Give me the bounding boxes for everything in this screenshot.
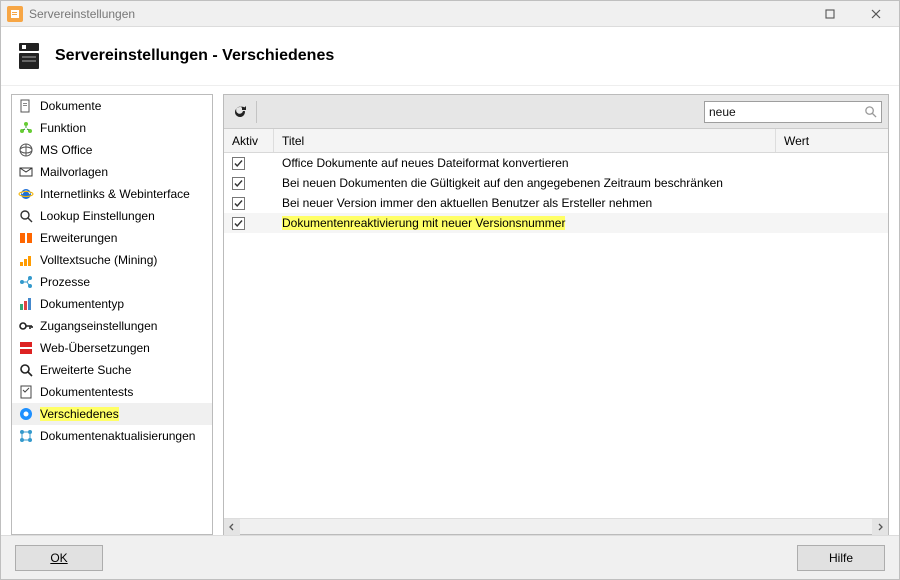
help-label: Hilfe xyxy=(829,551,853,565)
sidebar-item-label: Volltextsuche (Mining) xyxy=(40,253,157,267)
content-pane: Aktiv Titel Wert Office Dokumente auf ne… xyxy=(223,94,889,535)
table-row[interactable]: Office Dokumente auf neues Dateiformat k… xyxy=(224,153,888,173)
scroll-left-button[interactable] xyxy=(224,519,240,535)
sidebar-item[interactable]: Verschiedenes xyxy=(12,403,212,425)
sidebar-item[interactable]: Dokumente xyxy=(12,95,212,117)
proc-icon xyxy=(18,274,34,290)
sidebar-item[interactable]: Dokumententyp xyxy=(12,293,212,315)
cell-titel: Bei neuer Version immer den aktuellen Be… xyxy=(274,196,776,210)
sidebar-item-label: Zugangseinstellungen xyxy=(40,319,157,333)
key-icon xyxy=(18,318,34,334)
sidebar-item[interactable]: Mailvorlagen xyxy=(12,161,212,183)
scroll-right-button[interactable] xyxy=(872,519,888,535)
sidebar-item-label: Verschiedenes xyxy=(40,407,119,421)
update-icon xyxy=(18,428,34,444)
sidebar-item[interactable]: Volltextsuche (Mining) xyxy=(12,249,212,271)
help-button[interactable]: Hilfe xyxy=(797,545,885,571)
search-input[interactable] xyxy=(709,105,864,119)
checkbox[interactable] xyxy=(232,157,245,170)
footer: OK Hilfe xyxy=(1,535,899,579)
table-body: Office Dokumente auf neues Dateiformat k… xyxy=(224,153,888,518)
lookup-icon xyxy=(18,208,34,224)
doctype-icon xyxy=(18,296,34,312)
checkbox[interactable] xyxy=(232,177,245,190)
func-icon xyxy=(18,120,34,136)
cell-aktiv xyxy=(224,177,274,190)
col-header-wert[interactable]: Wert xyxy=(776,129,888,152)
mail-icon xyxy=(18,164,34,180)
col-header-titel[interactable]: Titel xyxy=(274,129,776,152)
sidebar-item-label: Dokumentenaktualisierungen xyxy=(40,429,195,443)
tests-icon xyxy=(18,384,34,400)
esearch-icon xyxy=(18,362,34,378)
sidebar-item-label: Funktion xyxy=(40,121,86,135)
toolbar-separator xyxy=(256,101,257,123)
sidebar-item-label: Erweiterte Suche xyxy=(40,363,131,377)
trans-icon xyxy=(18,340,34,356)
ext-icon xyxy=(18,230,34,246)
server-icon xyxy=(17,41,43,71)
search-icon xyxy=(864,105,877,119)
sidebar-item-label: Internetlinks & Webinterface xyxy=(40,187,190,201)
table-row[interactable]: Bei neuer Version immer den aktuellen Be… xyxy=(224,193,888,213)
body: Dokumente Funktion MS Office Mailvorlagen In… xyxy=(1,86,899,535)
ok-button[interactable]: OK xyxy=(15,545,103,571)
sidebar-item[interactable]: Lookup Einstellungen xyxy=(12,205,212,227)
window-title: Servereinstellungen xyxy=(29,7,135,21)
horizontal-scrollbar[interactable] xyxy=(224,518,888,534)
cell-aktiv xyxy=(224,197,274,210)
checkbox[interactable] xyxy=(232,197,245,210)
sidebar-item-label: Mailvorlagen xyxy=(40,165,108,179)
office-icon xyxy=(18,142,34,158)
mining-icon xyxy=(18,252,34,268)
ok-label: OK xyxy=(50,551,67,565)
cell-titel: Office Dokumente auf neues Dateiformat k… xyxy=(274,156,776,170)
table-header: Aktiv Titel Wert xyxy=(224,129,888,153)
page-title: Servereinstellungen - Verschiedenes xyxy=(55,47,334,65)
sidebar-item[interactable]: Erweiterungen xyxy=(12,227,212,249)
misc-icon xyxy=(18,406,34,422)
page-header: Servereinstellungen - Verschiedenes xyxy=(1,27,899,86)
titlebar: Servereinstellungen xyxy=(1,1,899,27)
sidebar-item-label: Erweiterungen xyxy=(40,231,117,245)
search-box[interactable] xyxy=(704,101,882,123)
cell-titel: Bei neuen Dokumenten die Gültigkeit auf … xyxy=(274,176,776,190)
table-row[interactable]: Dokumentenreaktivierung mit neuer Versio… xyxy=(224,213,888,233)
sidebar-item-label: Dokumententyp xyxy=(40,297,124,311)
table-row[interactable]: Bei neuen Dokumenten die Gültigkeit auf … xyxy=(224,173,888,193)
sidebar-item[interactable]: Funktion xyxy=(12,117,212,139)
ie-icon xyxy=(18,186,34,202)
sidebar-item[interactable]: Prozesse xyxy=(12,271,212,293)
sidebar-item-label: Web-Übersetzungen xyxy=(40,341,150,355)
toolbar xyxy=(224,95,888,129)
sidebar-item-label: Dokumententests xyxy=(40,385,133,399)
sidebar-item-label: Lookup Einstellungen xyxy=(40,209,155,223)
checkbox[interactable] xyxy=(232,217,245,230)
window: { "titlebar": { "title": "Servereinstell… xyxy=(0,0,900,580)
close-button[interactable] xyxy=(853,1,899,27)
sidebar-item-label: MS Office xyxy=(40,143,92,157)
cell-titel: Dokumentenreaktivierung mit neuer Versio… xyxy=(274,216,776,230)
sidebar: Dokumente Funktion MS Office Mailvorlagen In… xyxy=(11,94,213,535)
maximize-button[interactable] xyxy=(807,1,853,27)
sidebar-item[interactable]: Dokumentenaktualisierungen xyxy=(12,425,212,447)
sidebar-item-label: Prozesse xyxy=(40,275,90,289)
sidebar-item-label: Dokumente xyxy=(40,99,101,113)
col-header-aktiv[interactable]: Aktiv xyxy=(224,129,274,152)
sidebar-item[interactable]: Dokumententests xyxy=(12,381,212,403)
cell-aktiv xyxy=(224,217,274,230)
sidebar-item[interactable]: MS Office xyxy=(12,139,212,161)
cell-aktiv xyxy=(224,157,274,170)
app-icon xyxy=(7,6,23,22)
sidebar-item[interactable]: Internetlinks & Webinterface xyxy=(12,183,212,205)
reload-button[interactable] xyxy=(230,102,250,122)
sidebar-item[interactable]: Erweiterte Suche xyxy=(12,359,212,381)
sidebar-item[interactable]: Zugangseinstellungen xyxy=(12,315,212,337)
doc-icon xyxy=(18,98,34,114)
sidebar-item[interactable]: Web-Übersetzungen xyxy=(12,337,212,359)
